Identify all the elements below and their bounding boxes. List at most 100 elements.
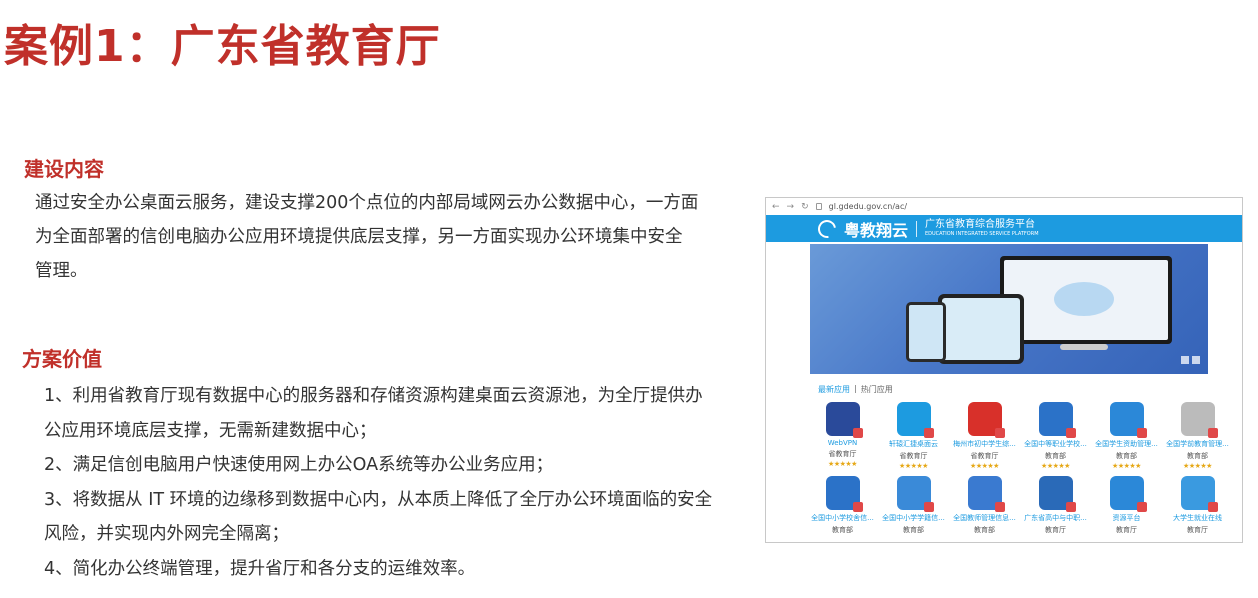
app-owner: 教育部 <box>903 526 924 534</box>
app-rating: ★★★★★ <box>828 460 857 468</box>
app-owner: 教育厅 <box>1045 526 1066 534</box>
url-text[interactable]: gl.gdedu.gov.cn/ac/ <box>829 202 907 211</box>
app-tile[interactable]: 全国教师管理信息... 教育部 <box>952 476 1017 536</box>
browser-screenshot: ← → ↻ gl.gdedu.gov.cn/ac/ 粤教翔云 广东省教育综合服务… <box>765 197 1243 543</box>
value-point: 公应用环境底层支撑，无需新建数据中心； <box>44 420 377 441</box>
app-tile[interactable]: 全国学前教育管理... 教育部 ★★★★★ <box>1165 402 1230 470</box>
lock-badge-icon <box>923 502 934 512</box>
lock-badge-icon <box>1136 428 1147 438</box>
banner-pager[interactable] <box>1181 356 1200 364</box>
flower-emblem-icon <box>967 402 1005 438</box>
app-tile[interactable]: 广东省高中与中职... 教育厅 <box>1023 476 1088 536</box>
app-tile[interactable]: 全国中小学学籍信... 教育部 <box>881 476 946 536</box>
h-logo-icon <box>825 402 863 438</box>
app-tile[interactable]: 全国中等职业学校... 教育部 ★★★★★ <box>1023 402 1088 470</box>
forward-arrow-icon[interactable]: → <box>787 202 795 212</box>
content-line: 通过安全办公桌面云服务，建设支撑200个点位的内部局域网云办公数据中心，一方面 <box>35 193 699 213</box>
value-point: 3、将数据从 IT 环境的边缘移到数据中心内，从本质上降低了全厅办公环境面临的安… <box>44 489 713 510</box>
app-name: 梅州市初中学生综... <box>953 440 1016 448</box>
header-divider <box>916 220 918 237</box>
slide-title: 案例1：广东省教育厅 <box>4 21 441 72</box>
app-owner: 省教育厅 <box>828 450 857 458</box>
app-name: 大学生就业在线 <box>1173 514 1222 522</box>
section-content-text: 通过安全办公桌面云服务，建设支撑200个点位的内部局域网云办公数据中心，一方面 … <box>35 186 750 288</box>
value-point: 2、满足信创电脑用户快速使用网上办公OA系统等办公业务应用； <box>44 455 554 475</box>
app-tile[interactable]: 大学生就业在线 教育厅 <box>1165 476 1230 536</box>
app-name: 全国学生资助管理... <box>1095 440 1158 448</box>
content-line: 管理。 <box>35 261 88 281</box>
app-tile[interactable]: 轩辕汇捷桌面云 省教育厅 ★★★★★ <box>881 402 946 470</box>
app-tile[interactable]: WebVPN 省教育厅 ★★★★★ <box>810 402 875 470</box>
content-line: 为全面部署的信创电脑办公应用环境提供底层支撑，另一方面实现办公环境集中安全 <box>35 227 683 247</box>
app-owner: 教育部 <box>1116 452 1137 460</box>
app-tile[interactable]: 资源平台 教育厅 <box>1094 476 1159 536</box>
lock-badge-icon <box>1065 428 1076 438</box>
site-logo-icon <box>814 215 840 242</box>
hero-banner[interactable] <box>810 244 1208 374</box>
app-name: 全国学前教育管理... <box>1166 440 1229 448</box>
app-name: 全国中等职业学校... <box>1024 440 1087 448</box>
lock-badge-icon <box>1136 502 1147 512</box>
app-name: 全国教师管理信息... <box>953 514 1016 522</box>
app-tile[interactable]: 梅州市初中学生综... 省教育厅 ★★★★★ <box>952 402 1017 470</box>
lock-badge-icon <box>1207 502 1218 512</box>
value-point: 风险，并实现内外网完全隔离； <box>44 524 289 544</box>
section-heading-value: 方案价值 <box>22 347 102 371</box>
app-rating: ★★★★★ <box>970 462 999 470</box>
app-tile[interactable]: 全国中小学校舍信... 教育部 <box>810 476 875 536</box>
building-icon <box>825 476 863 512</box>
back-arrow-icon[interactable]: ← <box>772 202 780 212</box>
app-name: 广东省高中与中职... <box>1024 514 1087 522</box>
app-owner: 省教育厅 <box>970 452 999 460</box>
site-title: 广东省教育综合服务平台 <box>925 219 1036 230</box>
app-owner: 教育厅 <box>1187 526 1208 534</box>
app-rating: ★★★★★ <box>1112 462 1141 470</box>
value-point: 4、简化办公终端管理，提升省厅和各分支的运维效率。 <box>44 558 476 579</box>
app-rating: ★★★★★ <box>899 462 928 470</box>
app-name: 全国中小学校舍信... <box>811 514 874 522</box>
lightbulb-icon <box>1180 476 1218 512</box>
app-rating: ★★★★★ <box>1183 462 1212 470</box>
monitor-stand <box>1060 344 1108 350</box>
lock-badge-icon <box>1207 428 1218 438</box>
tablet-illustration <box>938 294 1024 364</box>
site-logo-text[interactable]: 粤教翔云 <box>844 217 908 241</box>
app-grid: WebVPN 省教育厅 ★★★★★ 轩辕汇捷桌面云 省教育厅 ★★★★★ 梅州市初中学生综.… <box>810 402 1230 536</box>
lock-icon <box>815 203 822 210</box>
lock-badge-icon <box>923 428 934 438</box>
monitor-illustration <box>1000 256 1172 344</box>
app-name: 全国中小学学籍信... <box>882 514 945 522</box>
lock-badge-icon <box>852 428 863 438</box>
cloud-ring-icon <box>896 402 934 438</box>
site-header: 粤教翔云 广东省教育综合服务平台 EDUCATION INTEGRATED SE… <box>766 215 1242 242</box>
site-title-block: 广东省教育综合服务平台 EDUCATION INTEGRATED SERVICE… <box>925 220 1039 237</box>
value-point: 1、利用省教育厅现有数据中心的服务器和存储资源构建桌面云资源池，为全厅提供办 <box>44 386 703 406</box>
tab-latest-apps[interactable]: 最新应用 <box>818 384 850 395</box>
id-card-icon <box>896 476 934 512</box>
app-name: 轩辕汇捷桌面云 <box>889 440 938 448</box>
app-owner: 教育部 <box>974 526 995 534</box>
value-points-list: 1、利用省教育厅现有数据中心的服务器和存储资源构建桌面云资源池，为全厅提供办 公… <box>44 379 756 586</box>
tab-hot-apps[interactable]: 热门应用 <box>861 384 893 395</box>
site-subtitle: EDUCATION INTEGRATED SERVICE PLATFORM <box>925 231 1039 237</box>
shield-icon <box>1109 402 1147 438</box>
lock-badge-icon <box>1065 502 1076 512</box>
app-rating: ★★★★★ <box>1041 462 1070 470</box>
app-name: 资源平台 <box>1112 514 1141 522</box>
app-owner: 教育部 <box>832 526 853 534</box>
app-owner: 省教育厅 <box>899 452 928 460</box>
address-bar: ← → ↻ gl.gdedu.gov.cn/ac/ <box>766 198 1242 215</box>
app-tile[interactable]: 全国学生资助管理... 教育部 ★★★★★ <box>1094 402 1159 470</box>
app-owner: 教育厅 <box>1116 526 1137 534</box>
tab-divider: | <box>854 384 857 393</box>
teacher-icon <box>967 476 1005 512</box>
book-icon <box>1038 476 1076 512</box>
lock-badge-icon <box>852 502 863 512</box>
broken-image-icon <box>1180 402 1218 438</box>
lock-badge-icon <box>994 428 1005 438</box>
app-owner: 教育部 <box>1187 452 1208 460</box>
phone-illustration <box>906 302 946 362</box>
reload-icon[interactable]: ↻ <box>801 202 809 212</box>
app-name: WebVPN <box>827 439 858 447</box>
grad-cap-icon <box>1038 402 1076 438</box>
